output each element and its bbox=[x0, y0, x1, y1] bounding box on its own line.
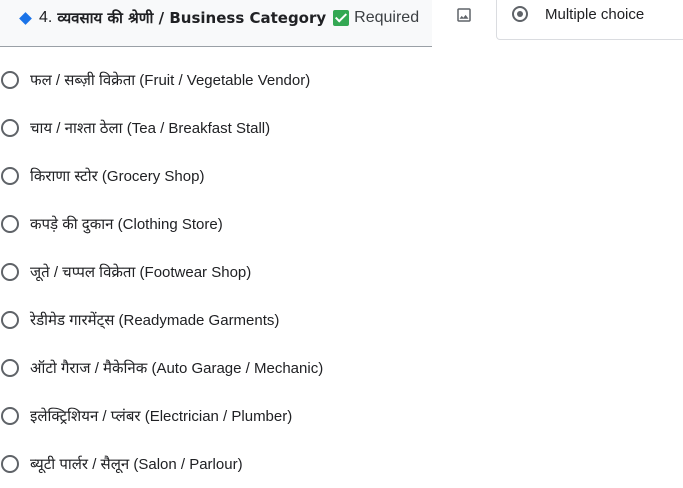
radio-icon[interactable] bbox=[1, 407, 19, 425]
option-label: इलेक्ट्रिशियन / प्लंबर (Electrician / Pl… bbox=[30, 408, 293, 425]
option-label: रेडीमेड गारमेंट्स (Readymade Garments) bbox=[30, 312, 280, 329]
question-title: 4. व्यवसाय की श्रेणी / Business Category… bbox=[18, 8, 419, 28]
option-label: कपड़े की दुकान (Clothing Store) bbox=[30, 216, 223, 233]
option-label: ब्यूटी पार्लर / सैलून (Salon / Parlour) bbox=[30, 456, 243, 473]
option-label: चाय / नाश्ता ठेला (Tea / Breakfast Stall… bbox=[30, 120, 271, 137]
radio-icon[interactable] bbox=[1, 263, 19, 281]
radio-selected-icon bbox=[512, 6, 528, 22]
option-label: ऑटो गैराज / मैकेनिक (Auto Garage / Mecha… bbox=[30, 360, 324, 377]
option-item[interactable]: चाय / नाश्ता ठेला (Tea / Breakfast Stall… bbox=[0, 104, 430, 152]
add-image-button[interactable] bbox=[453, 4, 475, 26]
option-item[interactable]: जूते / चप्पल विक्रेता (Footwear Shop) bbox=[0, 248, 430, 296]
option-item[interactable]: ब्यूटी पार्लर / सैलून (Salon / Parlour) bbox=[0, 440, 430, 488]
radio-icon[interactable] bbox=[1, 359, 19, 377]
required-label: Required bbox=[354, 9, 420, 26]
option-label: फल / सब्ज़ी विक्रेता (Fruit / Vegetable … bbox=[30, 72, 311, 89]
checkbox-checked-icon bbox=[333, 10, 350, 26]
option-label: जूते / चप्पल विक्रेता (Footwear Shop) bbox=[30, 264, 252, 281]
radio-icon[interactable] bbox=[1, 455, 19, 473]
radio-icon[interactable] bbox=[1, 311, 19, 329]
option-item[interactable]: कपड़े की दुकान (Clothing Store) bbox=[0, 200, 430, 248]
question-type-label: Multiple choice bbox=[545, 6, 645, 23]
radio-icon[interactable] bbox=[1, 215, 19, 233]
option-item[interactable]: किराणा स्टोर (Grocery Shop) bbox=[0, 152, 430, 200]
radio-icon[interactable] bbox=[1, 71, 19, 89]
diamond-icon bbox=[19, 11, 32, 25]
option-item[interactable]: फल / सब्ज़ी विक्रेता (Fruit / Vegetable … bbox=[0, 56, 430, 104]
option-label: किराणा स्टोर (Grocery Shop) bbox=[30, 168, 205, 185]
radio-icon[interactable] bbox=[1, 119, 19, 137]
option-item[interactable]: ऑटो गैराज / मैकेनिक (Auto Garage / Mecha… bbox=[0, 344, 430, 392]
radio-icon[interactable] bbox=[1, 167, 19, 185]
question-number: 4. bbox=[39, 9, 53, 26]
image-icon bbox=[457, 8, 471, 22]
option-item[interactable]: इलेक्ट्रिशियन / प्लंबर (Electrician / Pl… bbox=[0, 392, 430, 440]
question-title-bar[interactable]: 4. व्यवसाय की श्रेणी / Business Category… bbox=[0, 0, 432, 47]
question-text: व्यवसाय की श्रेणी / Business Category bbox=[57, 9, 327, 27]
question-type-dropdown[interactable]: Multiple choice bbox=[496, 0, 683, 40]
option-item[interactable]: रेडीमेड गारमेंट्स (Readymade Garments) bbox=[0, 296, 430, 344]
